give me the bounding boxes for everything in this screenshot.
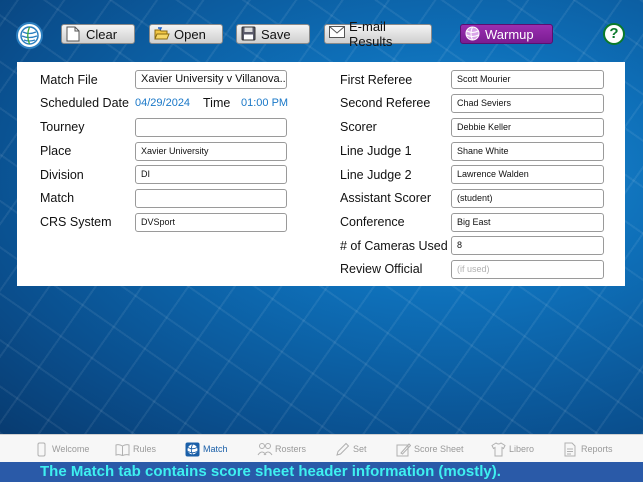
first-referee-label: First Referee <box>340 73 413 87</box>
document-icon <box>66 26 82 42</box>
tab-rosters[interactable]: Rosters <box>257 441 306 457</box>
tab-reports-label: Reports <box>581 444 613 454</box>
tab-libero-label: Libero <box>509 444 535 454</box>
review-official-field[interactable]: (if used) <box>451 260 604 279</box>
tab-welcome[interactable]: Welcome <box>34 441 89 457</box>
toolbar: Clear Open Save E-mail Results Warmup ? <box>0 19 643 49</box>
volleyball-icon <box>465 26 481 42</box>
jersey-icon <box>491 441 506 457</box>
scheduled-date-value[interactable]: 04/29/2024 <box>135 97 190 109</box>
save-button[interactable]: Save <box>236 24 310 44</box>
tab-libero[interactable]: Libero <box>491 441 534 457</box>
score-sheet-icon <box>396 442 412 457</box>
phone-icon <box>34 442 49 457</box>
save-label: Save <box>261 26 291 42</box>
floppy-disk-icon <box>241 26 257 42</box>
scorer-field[interactable]: Debbie Keller <box>451 118 604 137</box>
tab-match[interactable]: Match <box>185 441 228 457</box>
crs-system-field[interactable]: DVSport <box>135 213 287 232</box>
match-info-panel: Match File Xavier University v Villanova… <box>17 62 625 286</box>
people-icon <box>257 442 273 457</box>
email-results-button[interactable]: E-mail Results <box>324 19 432 49</box>
time-value[interactable]: 01:00 PM <box>241 97 288 109</box>
help-icon: ? <box>609 25 619 42</box>
tab-rules-label: Rules <box>133 444 157 454</box>
assistant-scorer-label: Assistant Scorer <box>340 191 432 205</box>
folder-open-icon <box>154 26 170 42</box>
time-label: Time <box>203 96 231 110</box>
volleyball-icon <box>185 442 200 457</box>
warmup-label: Warmup <box>485 26 534 42</box>
match-file-field[interactable]: Xavier University v Villanova... <box>135 70 287 89</box>
second-referee-field[interactable]: Chad Seviers <box>451 94 604 113</box>
report-icon <box>563 442 578 457</box>
place-label: Place <box>40 144 72 158</box>
book-icon <box>115 442 130 457</box>
cameras-used-field[interactable]: 8 <box>451 236 604 255</box>
match-field[interactable] <box>135 189 287 208</box>
envelope-icon <box>329 26 345 42</box>
first-referee-field[interactable]: Scott Mourier <box>451 70 604 89</box>
conference-label: Conference <box>340 215 405 229</box>
pencil-icon <box>335 442 350 457</box>
open-label: Open <box>174 26 206 42</box>
scorer-label: Scorer <box>340 120 377 134</box>
tab-set-label: Set <box>353 444 367 454</box>
line-judge-1-label: Line Judge 1 <box>340 144 412 158</box>
tab-bar: Welcome Rules Match Rosters Set Score Sh… <box>0 434 643 462</box>
warmup-button[interactable]: Warmup <box>460 24 553 44</box>
place-field[interactable]: Xavier University <box>135 142 287 161</box>
caption-banner: The Match tab contains score sheet heade… <box>0 462 643 482</box>
tab-welcome-label: Welcome <box>52 444 90 454</box>
tourney-label: Tourney <box>40 120 85 134</box>
second-referee-label: Second Referee <box>340 96 431 110</box>
app-logo-icon[interactable] <box>16 22 43 49</box>
division-label: Division <box>40 168 84 182</box>
conference-field[interactable]: Big East <box>451 213 604 232</box>
line-judge-2-label: Line Judge 2 <box>340 168 412 182</box>
line-judge-1-field[interactable]: Shane White <box>451 142 604 161</box>
match-file-label: Match File <box>40 73 98 87</box>
help-button[interactable]: ? <box>603 23 625 45</box>
match-label: Match <box>40 191 75 205</box>
review-official-label: Review Official <box>340 262 423 276</box>
assistant-scorer-field[interactable]: (student) <box>451 189 604 208</box>
crs-system-label: CRS System <box>40 215 112 229</box>
tab-set[interactable]: Set <box>335 441 367 457</box>
email-results-label: E-mail Results <box>349 19 393 49</box>
cameras-used-label: # of Cameras Used <box>340 239 448 253</box>
tab-rules[interactable]: Rules <box>115 441 156 457</box>
open-button[interactable]: Open <box>149 24 223 44</box>
scheduled-date-label: Scheduled Date <box>40 96 129 110</box>
tab-rosters-label: Rosters <box>275 444 307 454</box>
clear-button[interactable]: Clear <box>61 24 135 44</box>
tab-score-sheet-label: Score Sheet <box>414 444 464 454</box>
line-judge-2-field[interactable]: Lawrence Walden <box>451 165 604 184</box>
tourney-field[interactable] <box>135 118 287 137</box>
clear-label: Clear <box>86 26 118 42</box>
tab-score-sheet[interactable]: Score Sheet <box>396 441 464 457</box>
tab-match-label: Match <box>203 444 228 454</box>
tab-reports[interactable]: Reports <box>563 441 613 457</box>
division-field[interactable]: DI <box>135 165 287 184</box>
